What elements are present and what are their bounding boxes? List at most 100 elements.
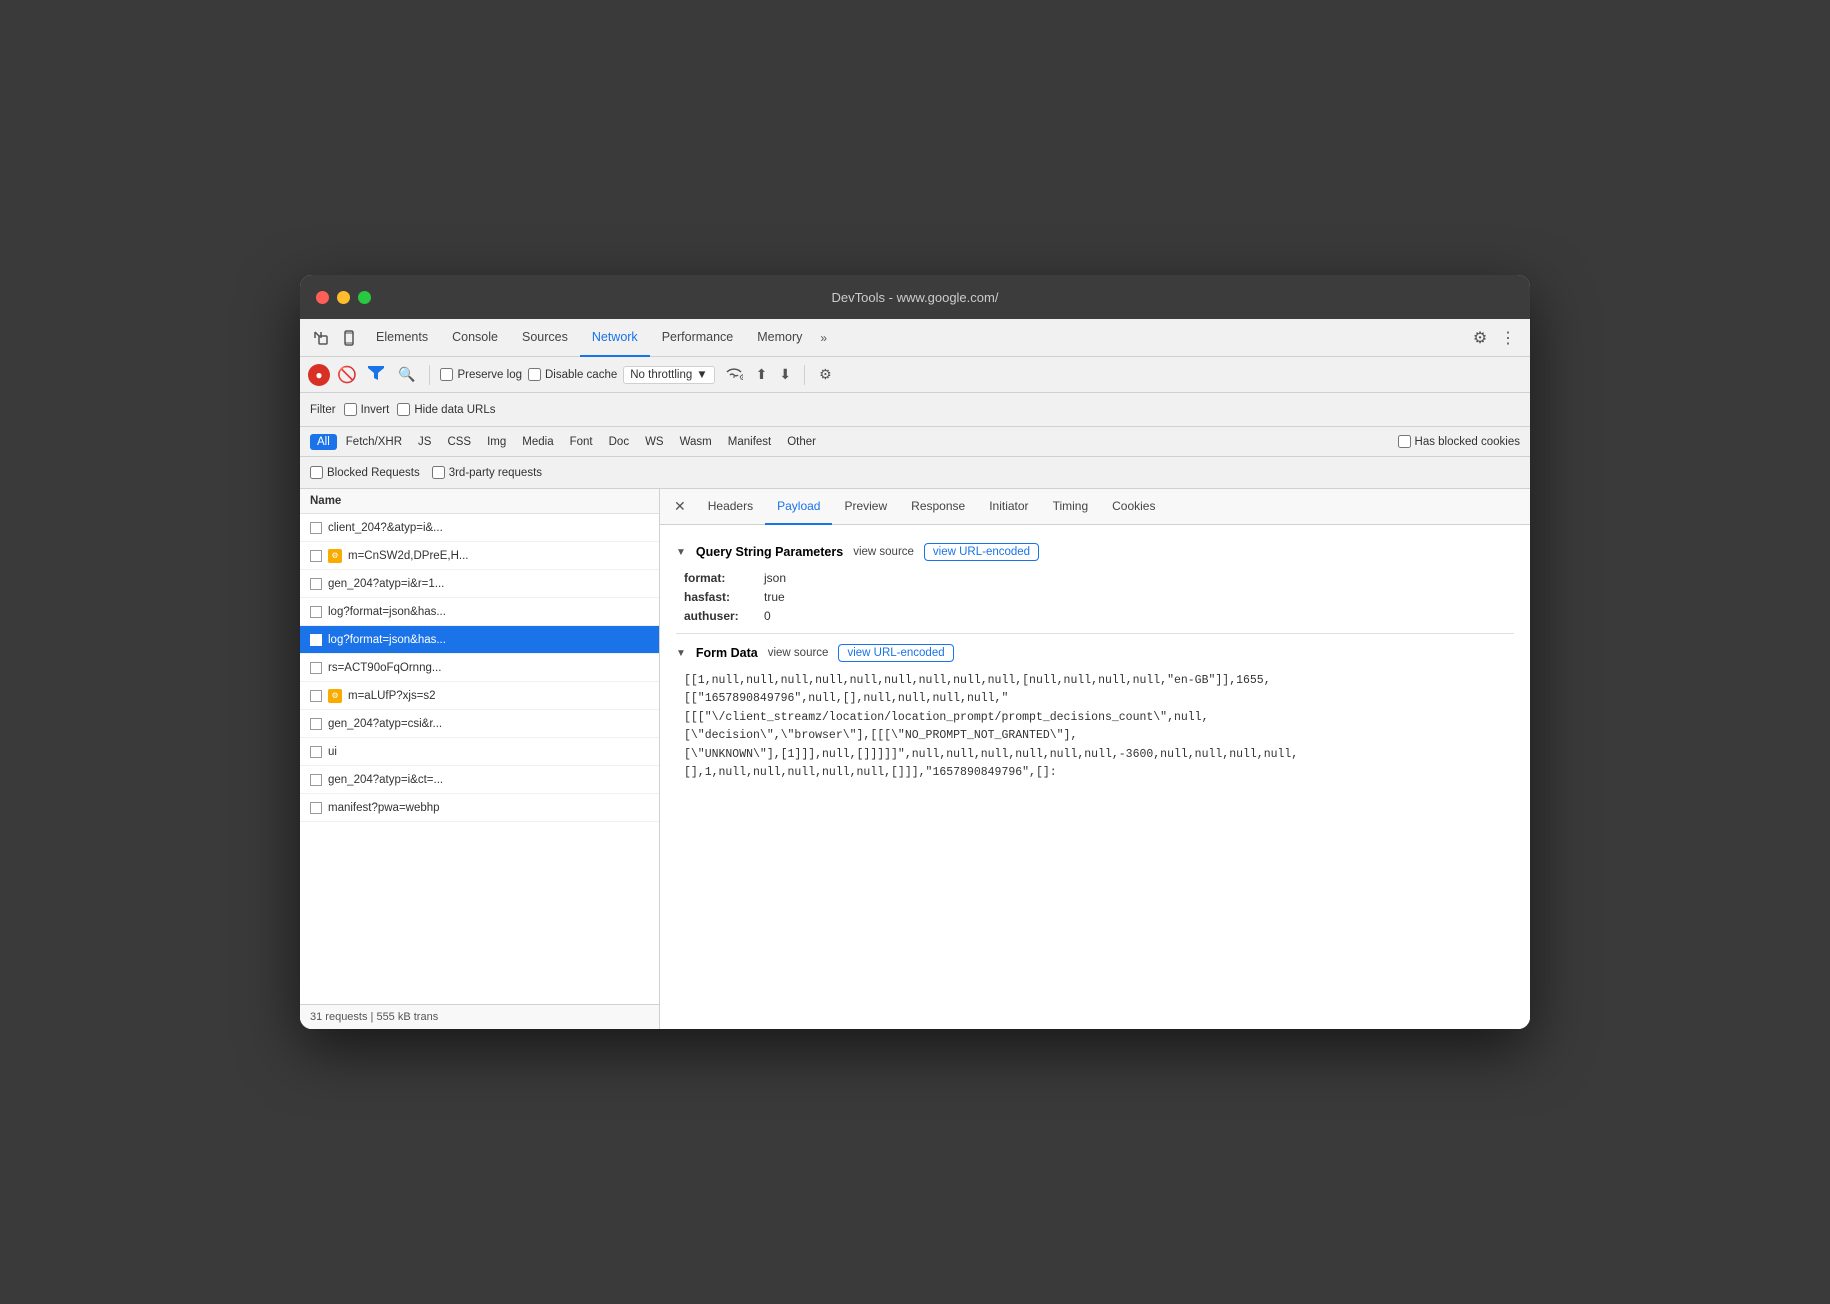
hide-data-urls-label[interactable]: Hide data URLs [397,403,495,416]
param-name: format: [684,571,764,585]
type-btn-all[interactable]: All [310,434,337,450]
req-checkbox[interactable] [310,718,322,730]
preserve-log-label[interactable]: Preserve log [440,368,522,381]
disable-cache-label[interactable]: Disable cache [528,368,617,381]
tab-sources[interactable]: Sources [510,319,580,357]
list-item[interactable]: ⚙ m=aLUfP?xjs=s2 [300,682,659,710]
hide-data-urls-checkbox[interactable] [397,403,410,416]
list-item[interactable]: rs=ACT90oFqOrnng... [300,654,659,682]
req-checkbox[interactable] [310,634,322,646]
request-name: manifest?pwa=webhp [328,802,649,814]
req-checkbox[interactable] [310,802,322,814]
third-party-checkbox[interactable] [432,466,445,479]
type-btn-img[interactable]: Img [480,434,513,450]
tab-elements[interactable]: Elements [364,319,440,357]
list-item[interactable]: ⚙ m=CnSW2d,DPreE,H... [300,542,659,570]
req-checkbox[interactable] [310,690,322,702]
req-checkbox[interactable] [310,662,322,674]
tab-timing[interactable]: Timing [1041,489,1101,525]
svg-text:⚙: ⚙ [739,373,743,380]
list-item[interactable]: client_204?&atyp=i&... [300,514,659,542]
type-btn-other[interactable]: Other [780,434,823,450]
req-checkbox[interactable] [310,774,322,786]
req-checkbox[interactable] [310,578,322,590]
tab-headers[interactable]: Headers [696,489,765,525]
tab-console[interactable]: Console [440,319,510,357]
param-value: true [764,590,785,604]
query-string-view-url-encoded-button[interactable]: view URL-encoded [924,543,1039,561]
requests-panel: Name client_204?&atyp=i&... ⚙ m=CnSW2d,D… [300,489,660,1029]
upload-icon[interactable]: ⬆ [753,366,771,383]
tab-preview[interactable]: Preview [832,489,899,525]
invert-label[interactable]: Invert [344,403,390,416]
download-icon[interactable]: ⬇ [776,366,794,383]
more-options-icon[interactable]: ⋮ [1494,324,1522,352]
blocked-requests-label[interactable]: Blocked Requests [310,466,420,479]
record-button[interactable]: ● [308,364,330,386]
tab-memory[interactable]: Memory [745,319,814,357]
settings-icon[interactable]: ⚙ [1466,324,1494,352]
type-btn-css[interactable]: CSS [440,434,478,450]
close-detail-button[interactable]: ✕ [668,498,692,515]
tab-payload[interactable]: Payload [765,489,832,525]
request-name: m=CnSW2d,DPreE,H... [348,550,649,562]
list-item[interactable]: gen_204?atyp=i&ct=... [300,766,659,794]
req-checkbox[interactable] [310,746,322,758]
query-string-view-source-link[interactable]: view source [853,546,914,558]
list-item[interactable]: manifest?pwa=webhp [300,794,659,822]
blocked-requests-checkbox[interactable] [310,466,323,479]
collapse-triangle[interactable]: ▼ [676,547,686,558]
preserve-log-checkbox[interactable] [440,368,453,381]
has-blocked-cookies-label[interactable]: Has blocked cookies [1398,435,1520,448]
form-data-view-url-encoded-button[interactable]: view URL-encoded [838,644,953,662]
disable-cache-checkbox[interactable] [528,368,541,381]
type-btn-manifest[interactable]: Manifest [721,434,778,450]
title-bar: DevTools - www.google.com/ [300,275,1530,319]
param-value: 0 [764,609,771,623]
list-item[interactable]: gen_204?atyp=csi&r... [300,710,659,738]
minimize-button[interactable] [337,291,350,304]
inspector-icon[interactable] [308,325,334,351]
collapse-triangle-2[interactable]: ▼ [676,648,686,659]
req-checkbox[interactable] [310,606,322,618]
req-checkbox[interactable] [310,522,322,534]
type-btn-ws[interactable]: WS [638,434,671,450]
maximize-button[interactable] [358,291,371,304]
tab-response[interactable]: Response [899,489,977,525]
type-btn-doc[interactable]: Doc [602,434,636,450]
throttle-selector[interactable]: No throttling ▼ [623,366,714,384]
param-name: hasfast: [684,590,764,604]
list-item[interactable]: ui [300,738,659,766]
tab-cookies[interactable]: Cookies [1100,489,1167,525]
type-btn-wasm[interactable]: Wasm [673,434,719,450]
type-btn-font[interactable]: Font [563,434,600,450]
filter-icon[interactable] [364,364,388,385]
has-blocked-cookies-checkbox[interactable] [1398,435,1411,448]
third-party-label[interactable]: 3rd-party requests [432,466,542,479]
network-settings-icon[interactable]: ⚙ [815,366,836,383]
tab-initiator[interactable]: Initiator [977,489,1040,525]
detail-tab-bar: ✕ Headers Payload Preview Response Initi… [660,489,1530,525]
list-item[interactable]: log?format=json&has... [300,626,659,654]
form-data-view-source-link[interactable]: view source [768,647,829,659]
form-data-section-header: ▼ Form Data view source view URL-encoded [676,644,1514,662]
clear-button[interactable]: 🚫 [336,364,358,386]
list-item[interactable]: gen_204?atyp=i&r=1... [300,570,659,598]
tab-network[interactable]: Network [580,319,650,357]
type-btn-js[interactable]: JS [411,434,438,450]
close-button[interactable] [316,291,329,304]
type-btn-fetch-xhr[interactable]: Fetch/XHR [339,434,409,450]
detail-panel: ✕ Headers Payload Preview Response Initi… [660,489,1530,1029]
req-warning-icon: ⚙ [328,549,342,563]
more-tabs-button[interactable]: » [814,331,833,345]
list-item[interactable]: log?format=json&has... [300,598,659,626]
mobile-icon[interactable] [336,325,362,351]
param-row: format: json [676,571,1514,585]
type-btn-media[interactable]: Media [515,434,560,450]
req-checkbox[interactable] [310,550,322,562]
invert-checkbox[interactable] [344,403,357,416]
param-row: hasfast: true [676,590,1514,604]
search-icon[interactable]: 🔍 [394,364,419,385]
network-toolbar: ● 🚫 🔍 Preserve log Disable cache No thro… [300,357,1530,393]
tab-performance[interactable]: Performance [650,319,746,357]
